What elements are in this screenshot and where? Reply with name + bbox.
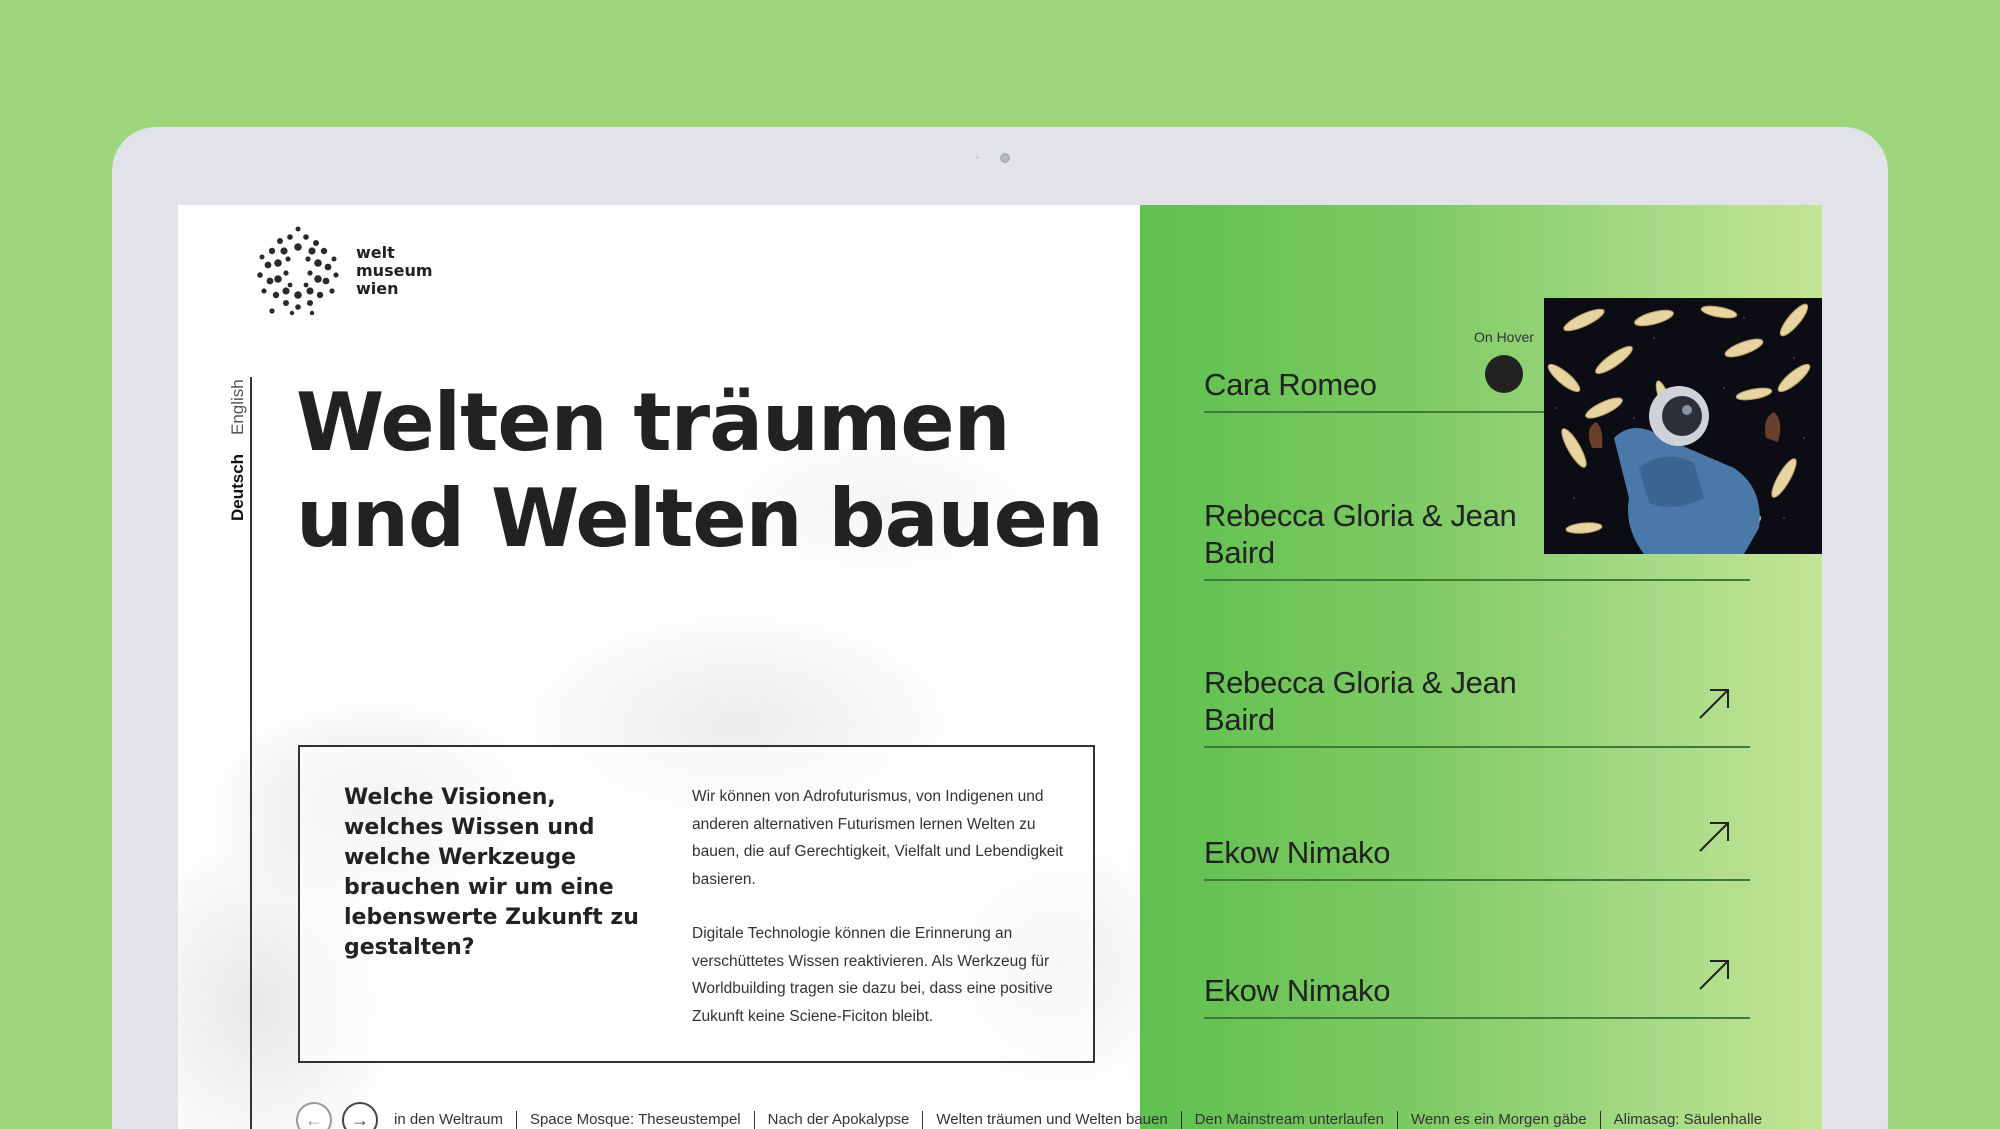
artist-item[interactable]: Cara Romeo <box>1204 357 1544 413</box>
logo[interactable]: welt museum wien <box>250 223 433 319</box>
artist-name: Ekow Nimako <box>1204 835 1391 870</box>
arrow-up-right-icon <box>1699 689 1729 719</box>
nav-link-alimasag[interactable]: Alimasag: Säulenhalle <box>1599 1111 1775 1129</box>
artist-item[interactable]: Rebecca Gloria & Jean Baird <box>1204 658 1750 748</box>
info-paragraph-1: Wir können von Adrofuturismus, von Indig… <box>692 788 1064 888</box>
logo-line-1: welt <box>356 243 395 262</box>
arrow-left-icon[interactable]: ← <box>296 1102 332 1129</box>
arrow-right-icon[interactable]: → <box>342 1102 378 1129</box>
logo-line-3: wien <box>356 279 399 298</box>
nav-link-welten[interactable]: Welten träumen und Welten bauen <box>922 1111 1180 1129</box>
info-paragraph-2: Digitale Technologie können die Erinneru… <box>692 925 1053 1025</box>
language-english-link[interactable]: English <box>228 379 248 435</box>
nav-link-weltraum[interactable]: in den Weltraum <box>388 1111 516 1129</box>
info-text: Wir können von Adrofuturismus, von Indig… <box>692 783 1072 1030</box>
artist-name: Rebecca Gloria & Jean Baird <box>1204 665 1517 737</box>
info-box: Welche Visionen, welches Wissen und welc… <box>298 745 1095 1063</box>
nav-link-morgen[interactable]: Wenn es ein Morgen gäbe <box>1396 1111 1600 1129</box>
logo-dots-icon <box>257 226 339 316</box>
hover-label: On Hover <box>1474 329 1534 345</box>
screen: welt museum wien English Deutsch Welten … <box>178 205 1822 1129</box>
nav-link-mainstream[interactable]: Den Mainstream unterlaufen <box>1180 1111 1397 1129</box>
info-question: Welche Visionen, welches Wissen und welc… <box>344 785 639 960</box>
logo-line-2: museum <box>356 261 433 280</box>
nav-link-space-mosque[interactable]: Space Mosque: Theseustempel <box>515 1111 754 1129</box>
language-deutsch-link[interactable]: Deutsch <box>228 454 248 521</box>
sensor-dot <box>976 156 979 159</box>
artist-item[interactable]: Ekow Nimako <box>1204 960 1750 1019</box>
page-title: Welten träumen und Welten bauen <box>296 376 1104 565</box>
artist-name: Rebecca Gloria & Jean Baird <box>1204 498 1517 570</box>
artist-preview-image <box>1544 298 1822 554</box>
artist-name: Cara Romeo <box>1204 367 1377 402</box>
artist-item[interactable]: Ekow Nimako <box>1204 822 1750 881</box>
artist-name: Ekow Nimako <box>1204 973 1391 1008</box>
left-panel: welt museum wien English Deutsch Welten … <box>178 205 1140 1129</box>
language-divider <box>250 377 252 1129</box>
arrow-up-right-icon <box>1699 822 1729 852</box>
bottom-nav: ← → in den Weltraum Space Mosque: Theseu… <box>296 1102 1822 1129</box>
nav-link-apokalypse[interactable]: Nach der Apokalypse <box>753 1111 923 1129</box>
astronaut-artwork <box>1544 298 1822 554</box>
camera-icon <box>1000 153 1010 163</box>
arrow-up-right-icon <box>1699 960 1729 990</box>
logo-wordmark: welt museum wien <box>356 244 433 298</box>
